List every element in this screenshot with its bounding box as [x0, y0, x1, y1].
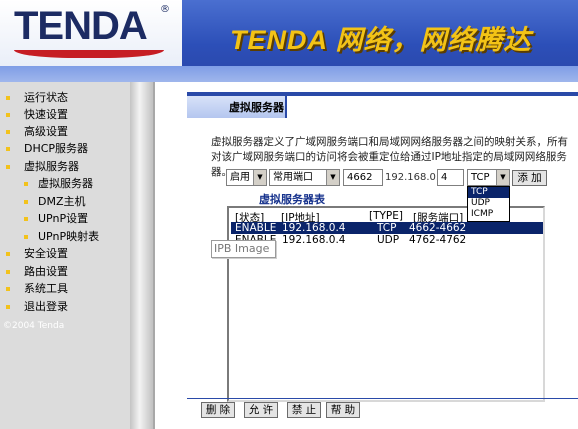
sidebar-item-virtual-server[interactable]: 虚拟服务器 [0, 158, 130, 176]
sidebar-divider [130, 82, 154, 429]
port-type-select-value: 常用端口 [273, 172, 313, 183]
enable-select-value: 启用 [230, 172, 250, 183]
allow-button[interactable]: 允 许 [244, 402, 278, 418]
sidebar-item-label: UPnP映射表 [38, 230, 100, 243]
row-port: 4762-4762 [409, 234, 467, 246]
row-ip: 192.168.0.4 [282, 222, 346, 234]
bottom-rule [187, 398, 578, 399]
bullet-icon [6, 270, 10, 274]
sidebar-subitem-dmz[interactable]: DMZ主机 [0, 193, 130, 211]
help-button[interactable]: 帮 助 [326, 402, 360, 418]
chevron-down-icon: ▼ [496, 170, 509, 185]
image-tooltip: IPB Image [211, 240, 276, 258]
sidebar-item-dhcp[interactable]: DHCP服务器 [0, 140, 130, 158]
protocol-select-value: TCP [471, 172, 490, 183]
sidebar-subitem-virtual-server[interactable]: 虚拟服务器 [0, 175, 130, 193]
port-type-select[interactable]: 常用端口 ▼ [269, 169, 340, 186]
sidebar-subitem-upnp-map[interactable]: UPnP映射表 [0, 228, 130, 246]
bullet-icon [24, 200, 28, 204]
table-title: 虚拟服务器表 [259, 193, 325, 206]
bullet-icon [6, 287, 10, 291]
bullet-icon [24, 217, 28, 221]
bullet-icon [24, 235, 28, 239]
slogan: TENDA 网络，网络腾达 [230, 25, 532, 55]
ip-last-octet-value: 4 [441, 172, 448, 183]
port-input[interactable]: 4662 [343, 169, 383, 186]
sidebar-item-label: 虚拟服务器 [38, 177, 93, 190]
logo: TENDA ® [0, 0, 182, 68]
bullet-icon [24, 182, 28, 186]
sidebar-item-routing[interactable]: 路由设置 [0, 263, 130, 281]
sidebar-subitem-upnp[interactable]: UPnP设置 [0, 210, 130, 228]
table-row[interactable]: ENABLE 192.168.0.4 TCP 4662-4662 [231, 222, 543, 234]
sidebar-item-logout[interactable]: 退出登录 [0, 298, 130, 316]
tab-label: 虚拟服务器 [229, 101, 284, 114]
sidebar-item-system-tools[interactable]: 系统工具 [0, 280, 130, 298]
protocol-option-tcp[interactable]: TCP [468, 187, 509, 198]
enable-select[interactable]: 启用 ▼ [226, 169, 267, 186]
delete-button[interactable]: 删 除 [201, 402, 235, 418]
logo-swoosh-icon [14, 50, 164, 58]
bullet-icon [6, 130, 10, 134]
forbid-button[interactable]: 禁 止 [287, 402, 321, 418]
tab-virtual-server: 虚拟服务器 [187, 96, 287, 118]
bullet-icon [6, 113, 10, 117]
sidebar-item-security[interactable]: 安全设置 [0, 245, 130, 263]
sidebar-item-advanced[interactable]: 高级设置 [0, 123, 130, 141]
sidebar-nav: 运行状态 快速设置 高级设置 DHCP服务器 虚拟服务器 虚拟服务器 DMZ主机… [0, 82, 130, 429]
sidebar-item-label: 虚拟服务器 [24, 160, 79, 173]
main-panel: 虚拟服务器 虚拟服务器定义了广域网服务端口和局域网网络服务器之间的映射关系，所有… [155, 82, 578, 429]
protocol-select[interactable]: TCP ▼ [467, 169, 510, 186]
bullet-icon [6, 252, 10, 256]
sidebar-item-label: DHCP服务器 [24, 142, 89, 155]
table-row[interactable]: ENABLE 192.168.0.4 UDP 4762-4762 [231, 234, 543, 246]
ip-prefix: 192.168.0. [385, 172, 440, 183]
sidebar-item-label: 高级设置 [24, 125, 68, 138]
sidebar-item-label: 退出登录 [24, 300, 68, 313]
protocol-option-icmp[interactable]: ICMP [468, 209, 509, 220]
add-button[interactable]: 添 加 [512, 170, 547, 186]
sidebar-item-label: 运行状态 [24, 91, 68, 104]
sidebar-item-label: 安全设置 [24, 247, 68, 260]
protocol-dropdown: TCP UDP ICMP [467, 186, 510, 222]
row-ip: 192.168.0.4 [282, 234, 346, 246]
bullet-icon [6, 147, 10, 151]
bullet-icon [6, 305, 10, 309]
row-status: ENABLE [235, 222, 277, 234]
chevron-down-icon: ▼ [326, 170, 339, 185]
sidebar-item-status[interactable]: 运行状态 [0, 89, 130, 107]
logo-text: TENDA [14, 4, 148, 48]
virtual-server-table[interactable]: [状态] [IP地址] [TYPE] [服务端口] ENABLE 192.168… [227, 206, 545, 402]
sidebar-item-label: DMZ主机 [38, 195, 86, 208]
ip-last-octet-input[interactable]: 4 [437, 169, 464, 186]
column-header-type: [TYPE] [369, 210, 403, 222]
sidebar-item-label: 快速设置 [24, 108, 68, 121]
header-banner: TENDA ® TENDA 网络，网络腾达 [0, 0, 578, 82]
sidebar-item-label: 路由设置 [24, 265, 68, 278]
row-port: 4662-4662 [409, 222, 467, 234]
protocol-option-udp[interactable]: UDP [468, 198, 509, 209]
header-band [0, 66, 578, 82]
sidebar-item-label: UPnP设置 [38, 212, 89, 225]
row-type: TCP [377, 222, 397, 234]
registered-mark: ® [160, 4, 170, 15]
chevron-down-icon: ▼ [253, 170, 266, 185]
bullet-icon [6, 96, 10, 100]
sidebar-item-label: 系统工具 [24, 282, 68, 295]
bullet-icon [6, 165, 10, 169]
copyright: ©2004 Tenda [3, 321, 65, 331]
sidebar-item-quick-setup[interactable]: 快速设置 [0, 106, 130, 124]
port-input-value: 4662 [347, 172, 373, 183]
row-type: UDP [377, 234, 400, 246]
